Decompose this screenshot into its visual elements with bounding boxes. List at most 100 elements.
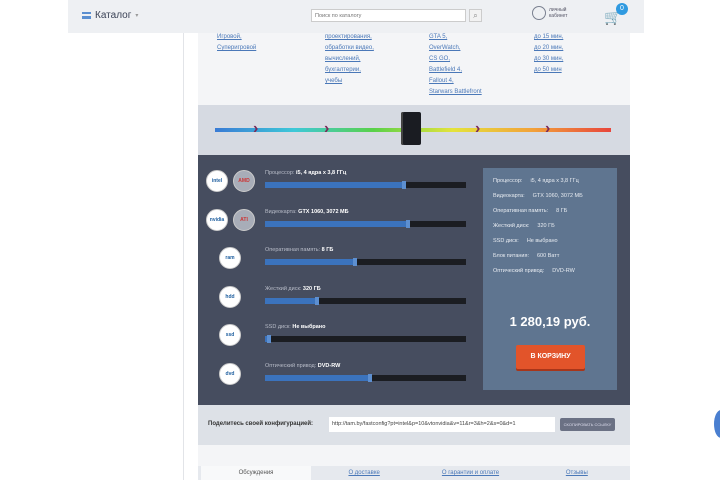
links-col-type: Игровой, Суперигровой xyxy=(217,33,256,52)
filter-link[interactable]: до 20 мин, xyxy=(534,44,563,52)
amd-icon[interactable]: AMD xyxy=(233,170,255,192)
config-slider[interactable] xyxy=(265,181,466,189)
summary-row: Блок питания: 600 Ватт xyxy=(493,253,607,259)
summary-label: Оперативная память: xyxy=(493,208,549,214)
menu-icon xyxy=(82,12,91,19)
filter-link[interactable]: Battlefield 4, xyxy=(429,66,482,74)
config-panel: intel AMD Процессор: i5, 4 ядра x 3,8 ГГц n… xyxy=(198,155,630,405)
slider-fill xyxy=(265,219,410,228)
progress-strip: › › › › xyxy=(198,105,630,155)
summary-value: Не выбрано xyxy=(526,238,558,244)
config-label-text: Видеокарта: xyxy=(265,208,297,215)
intel-icon[interactable]: intel xyxy=(206,170,228,192)
config-row: intel AMD Процессор: i5, 4 ядра x 3,8 ГГц xyxy=(198,170,478,200)
search-button[interactable]: ⌕ xyxy=(469,9,482,22)
summary-row: Процессор: i5, 4 ядра x 3,8 ГГц xyxy=(493,178,607,184)
add-to-cart-button[interactable]: В КОРЗИНУ xyxy=(516,345,585,369)
config-label-text: Процессор: xyxy=(265,170,295,176)
summary-row: Оптический привод: DVD-RW xyxy=(493,268,607,274)
hdd-icon[interactable]: hdd xyxy=(219,285,241,308)
summary-label: Жесткий диск: xyxy=(493,223,530,229)
nvidia-icon[interactable]: nvidia xyxy=(206,208,228,231)
filter-link[interactable]: CS GO, xyxy=(429,55,482,63)
filter-link[interactable]: учебы xyxy=(325,77,374,85)
config-label: Оперативная память: 8 ГБ xyxy=(265,247,333,253)
share-label: Поделитесь своей конфигурацией: xyxy=(208,421,314,427)
summary-box: Процессор: i5, 4 ядра x 3,8 ГГц Видеокарта… xyxy=(483,168,617,390)
config-label-text: SSD диск: xyxy=(265,324,291,330)
ssd-icon[interactable]: ssd xyxy=(219,324,241,346)
ati-icon[interactable]: ATI xyxy=(233,208,255,231)
ram-icon[interactable]: ram xyxy=(219,247,241,269)
config-row: ram Оперативная память: 8 ГБ xyxy=(198,247,478,277)
config-label-text: Оперативная память: xyxy=(265,247,321,253)
summary-row: Жесткий диск: 320 ГБ xyxy=(493,223,607,229)
filter-link[interactable]: Суперигровой xyxy=(217,44,256,52)
config-slider[interactable] xyxy=(265,296,466,305)
summary-row: SSD диск: Не выбрано xyxy=(493,238,607,244)
summary-value: DVD-RW xyxy=(552,268,575,274)
share-url-input[interactable]: http://tam.by/fastconfig?pt=intel&p=10&v… xyxy=(329,417,555,432)
filter-link[interactable]: Starwars Battlefront xyxy=(429,88,482,96)
filter-link[interactable]: GTA 5, xyxy=(429,33,482,41)
chevron-right-icon: › xyxy=(324,120,330,137)
chevron-down-icon: ▾ xyxy=(135,13,139,19)
share-bar: Поделитесь своей конфигурацией: http://t… xyxy=(198,405,630,445)
links-col-purpose: проектирования, обработки видео, вычислени… xyxy=(325,33,374,85)
links-col-games: GTA 5, OverWatch, CS GO, Battlefield 4, Fall… xyxy=(429,33,482,96)
tab-delivery[interactable]: О доставке xyxy=(311,466,417,480)
filter-link[interactable]: Fallout 4, xyxy=(429,77,482,85)
summary-row: Оперативная память: 8 ГБ xyxy=(493,208,607,214)
config-value: Не выбрано xyxy=(292,324,326,330)
config-row: dvd Оптический привод: DVD-RW xyxy=(198,362,478,393)
summary-value: 600 Ватт xyxy=(537,253,560,259)
filter-link[interactable]: OverWatch, xyxy=(429,44,482,52)
filter-link[interactable]: вычислений, xyxy=(325,55,374,63)
chevron-right-icon: › xyxy=(253,120,259,137)
tab-warranty[interactable]: О гарантии и оплате xyxy=(417,466,523,480)
config-slider[interactable] xyxy=(265,335,466,343)
filter-link[interactable]: до 30 мин, xyxy=(534,55,563,63)
pc-tower-image xyxy=(401,112,421,145)
account-label: личный кабинет xyxy=(549,7,568,19)
config-value: GTX 1060, 3072 МБ xyxy=(298,208,349,215)
filter-link[interactable]: до 15 мин, xyxy=(534,33,563,41)
config-label-text: Жесткий диск: xyxy=(265,285,302,292)
config-label: Процессор: i5, 4 ядра x 3,8 ГГц xyxy=(265,170,346,176)
summary-value: 8 ГБ xyxy=(556,208,568,214)
config-label: SSD диск: Не выбрано xyxy=(265,324,325,330)
config-value: 320 ГБ xyxy=(302,285,321,292)
account-link[interactable]: личный кабинет xyxy=(532,6,573,20)
config-label: Жесткий диск: 320 ГБ xyxy=(265,286,321,292)
filter-link[interactable]: проектирования, xyxy=(325,33,374,41)
filter-link[interactable]: до 50 мин xyxy=(534,66,563,74)
filter-link[interactable]: бухгалтерии, xyxy=(325,66,374,74)
slider-fill xyxy=(265,258,358,266)
config-value: i5, 4 ядра x 3,8 ГГц xyxy=(295,170,347,176)
slider-fill xyxy=(265,181,406,189)
config-label: Видеокарта: GTX 1060, 3072 МБ xyxy=(265,209,349,215)
chat-widget-button[interactable] xyxy=(714,410,720,438)
tab-reviews[interactable]: Отзывы xyxy=(524,466,630,480)
config-value: 8 ГБ xyxy=(321,247,334,253)
links-col-time: до 15 мин, до 20 мин, до 30 мин, до 50 мин xyxy=(534,33,563,74)
header: Каталог▾ ⌕ личный кабинет 🛒 0 xyxy=(68,0,644,33)
slider-fill xyxy=(265,296,320,305)
configurator: Игровой, Суперигровой проектирования, обра… xyxy=(198,33,630,480)
copy-link-button[interactable]: СКОПИРОВАТЬ ССЫЛКУ xyxy=(560,418,615,431)
summary-label: SSD диск: xyxy=(493,238,519,244)
chevron-right-icon: › xyxy=(545,120,551,137)
price: 1 280,19 руб. xyxy=(509,314,591,329)
search-input[interactable] xyxy=(311,9,466,22)
tab-discussions[interactable]: Обсуждения xyxy=(201,466,311,480)
catalog-menu[interactable]: Каталог ▾ xyxy=(82,10,138,21)
config-slider[interactable] xyxy=(265,258,466,266)
summary-value: GTX 1060, 3072 МБ xyxy=(532,193,583,199)
filter-link[interactable]: Игровой, xyxy=(217,33,256,41)
cart-count-badge: 0 xyxy=(616,3,628,15)
filter-link[interactable]: обработки видео, xyxy=(325,44,374,52)
config-slider[interactable] xyxy=(265,373,466,382)
config-slider[interactable] xyxy=(265,219,466,228)
summary-value: 320 ГБ xyxy=(537,223,555,229)
dvd-icon[interactable]: dvd xyxy=(219,362,241,385)
